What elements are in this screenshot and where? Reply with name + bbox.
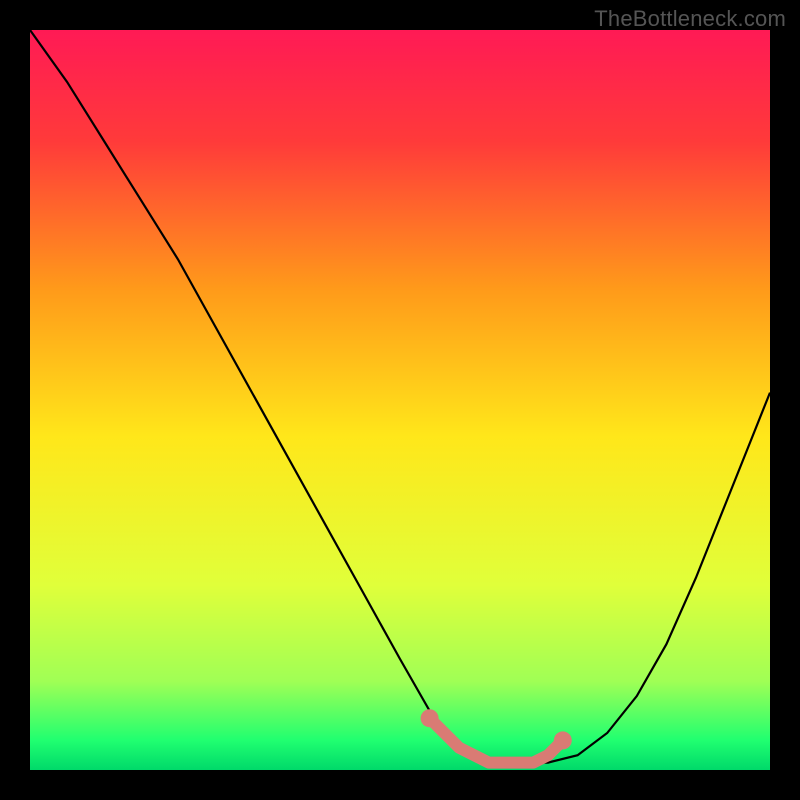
highlight-dot [554,731,572,749]
optimal-zone-highlight [430,718,563,762]
chart-curves [30,30,770,770]
watermark-text: TheBottleneck.com [594,6,786,32]
bottleneck-curve [30,30,770,763]
highlight-dot [421,709,439,727]
chart-frame [30,30,770,770]
